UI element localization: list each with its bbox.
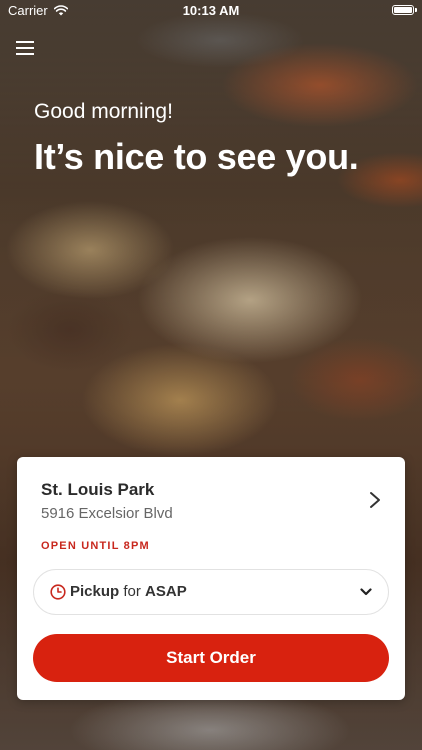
welcome-headline: It’s nice to see you. xyxy=(34,136,359,177)
order-method: Pickup xyxy=(70,583,120,600)
chevron-down-icon xyxy=(360,588,372,596)
order-type-dropdown[interactable]: Pickup for ASAP xyxy=(33,569,389,615)
start-order-button[interactable]: Start Order xyxy=(33,634,389,682)
greeting-text: Good morning! xyxy=(34,100,173,123)
location-card: St. Louis Park 5916 Excelsior Blvd OPEN … xyxy=(17,457,405,700)
chevron-right-icon[interactable] xyxy=(369,491,381,509)
order-time: ASAP xyxy=(145,583,187,600)
order-type-text: Pickup for ASAP xyxy=(70,583,187,600)
home-screen: Carrier 10:13 AM Good morning! It’s nice… xyxy=(0,0,422,750)
location-address: 5916 Excelsior Blvd xyxy=(41,505,173,522)
location-selector[interactable]: St. Louis Park 5916 Excelsior Blvd xyxy=(17,457,405,537)
clock-time: 10:13 AM xyxy=(182,3,240,18)
open-status-label: OPEN UNTIL 8PM xyxy=(41,540,150,552)
order-connector: for xyxy=(123,583,141,600)
status-bar: Carrier 10:13 AM xyxy=(0,0,422,22)
clock-icon xyxy=(50,584,66,600)
location-name: St. Louis Park xyxy=(41,480,155,499)
battery-icon xyxy=(392,5,417,15)
hamburger-menu-icon[interactable] xyxy=(16,40,34,56)
